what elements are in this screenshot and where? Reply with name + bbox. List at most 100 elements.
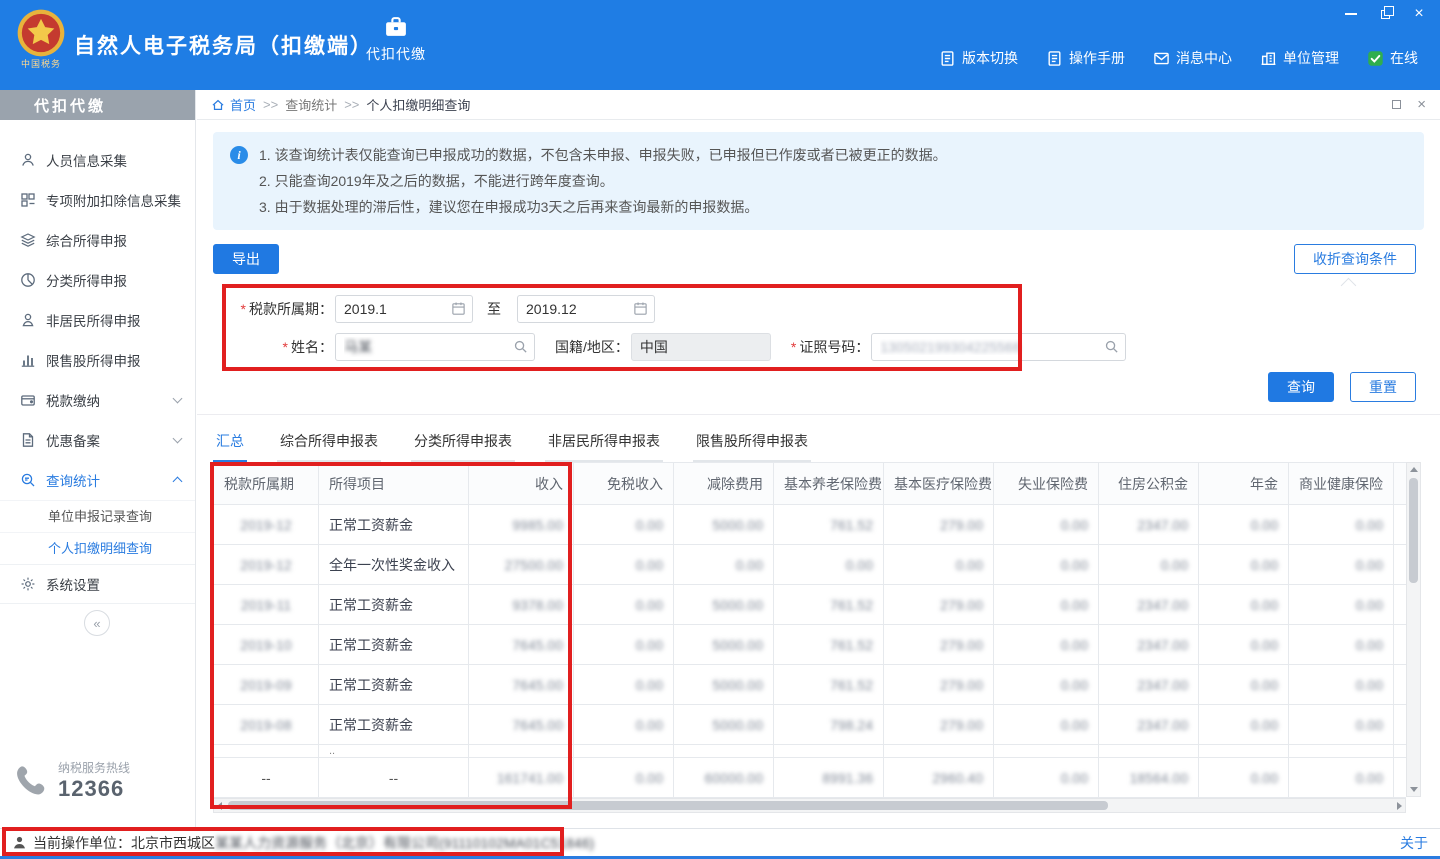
- reset-button[interactable]: 重置: [1350, 372, 1416, 402]
- header-link-manual[interactable]: 操作手册: [1046, 48, 1125, 68]
- panel-restore-icon[interactable]: [1392, 100, 1401, 109]
- sidebar-item-special-deduction[interactable]: 专项附加扣除信息采集: [0, 180, 195, 220]
- vertical-scrollbar[interactable]: [1406, 462, 1421, 797]
- vertical-scroll-thumb[interactable]: [1409, 478, 1418, 583]
- amount-cell-text: 27500.00: [505, 557, 563, 573]
- sidebar-item-restricted-shares[interactable]: 限售股所得申报: [0, 340, 195, 380]
- panel-close-icon[interactable]: [1417, 97, 1426, 112]
- tab-nonresident[interactable]: 非居民所得申报表: [545, 423, 663, 462]
- hotline-label: 纳税服务热线: [58, 759, 130, 776]
- mail-icon: [1153, 50, 1170, 67]
- amount-cell: 0.00: [574, 665, 674, 705]
- calendar-icon[interactable]: [451, 301, 466, 316]
- header-link-label: 在线: [1390, 48, 1418, 68]
- sidebar-item-system-settings[interactable]: 系统设置: [0, 564, 195, 604]
- sidebar-item-nonresident-income[interactable]: 非居民所得申报: [0, 300, 195, 340]
- scroll-left-arrow-icon[interactable]: [217, 802, 222, 810]
- amount-cell-text: 0.00: [636, 717, 663, 733]
- query-panel: 导出 收折查询条件 *税款所属期： 至: [197, 244, 1440, 415]
- restore-icon[interactable]: [1378, 7, 1392, 21]
- sidebar-subitem-unit-declaration-query[interactable]: 单位申报记录查询: [0, 500, 195, 532]
- tab-classified[interactable]: 分类所得申报表: [411, 423, 515, 462]
- scroll-up-arrow-icon[interactable]: [1410, 467, 1418, 472]
- income-item-cell: 正常工资薪金: [319, 585, 469, 625]
- collapse-query-button[interactable]: 收折查询条件: [1294, 244, 1416, 274]
- sidebar-subitem-personal-withholding-detail-query[interactable]: 个人扣缴明细查询: [0, 532, 195, 564]
- header-link-version-switch[interactable]: 版本切换: [939, 48, 1018, 68]
- hotline-number: 12366: [58, 776, 130, 802]
- name-field: [335, 333, 535, 361]
- breadcrumb-home[interactable]: 首页: [230, 95, 256, 114]
- amount-cell-text: 0.00: [736, 557, 763, 573]
- column-header-text: 失业保险费: [1018, 476, 1088, 492]
- column-header: 商业健康保险: [1289, 463, 1394, 505]
- doc-icon: [1046, 50, 1063, 67]
- table-total-row: ----161741.000.0060000.008991.362960.400…: [214, 758, 1407, 798]
- amount-cell: 0.00: [1199, 545, 1289, 585]
- sidebar-title: 代扣代缴: [0, 90, 195, 120]
- search-button[interactable]: 查询: [1268, 372, 1334, 402]
- header-link-online-status[interactable]: 在线: [1367, 48, 1418, 68]
- export-button[interactable]: 导出: [213, 244, 279, 274]
- sidebar-item-personnel-info[interactable]: 人员信息采集: [0, 140, 195, 180]
- scroll-down-arrow-icon[interactable]: [1410, 787, 1418, 792]
- amount-cell-text: 0.00: [1251, 677, 1278, 693]
- header-link-label: 操作手册: [1069, 48, 1125, 68]
- query-actions: 查询 重置: [197, 372, 1416, 402]
- horizontal-scroll-thumb[interactable]: [228, 801, 1108, 810]
- sidebar-item-tax-payment[interactable]: 税款缴纳: [0, 380, 195, 420]
- amount-cell: 0.00: [574, 505, 674, 545]
- minimize-icon[interactable]: [1344, 7, 1358, 21]
- amount-cell: 0.00: [994, 505, 1099, 545]
- sidebar-item-classified-income[interactable]: 分类所得申报: [0, 260, 195, 300]
- amount-cell-text: 0.00: [1061, 637, 1088, 653]
- income-item-cell-text: ..: [329, 745, 335, 757]
- column-header-text: 住房公积金: [1118, 476, 1188, 492]
- toolbar: 导出 收折查询条件: [213, 244, 1416, 274]
- period-cell-text: 2019-10: [240, 637, 291, 653]
- amount-cell-text: 8991.36: [822, 770, 873, 786]
- amount-cell: 0.00: [1289, 625, 1394, 665]
- header-link-label: 版本切换: [962, 48, 1018, 68]
- search-icon[interactable]: [1104, 339, 1119, 354]
- column-header-text: 商业健康保险: [1299, 476, 1383, 492]
- region-label-text: 国籍/地区：: [555, 337, 629, 357]
- amount-cell: 0.00: [1394, 505, 1407, 545]
- header-link-unit-management[interactable]: 单位管理: [1260, 48, 1339, 68]
- tab-restricted-shares[interactable]: 限售股所得申报表: [693, 423, 811, 462]
- sidebar-item-query-statistics[interactable]: 查询统计: [0, 460, 195, 500]
- horizontal-scrollbar[interactable]: [213, 798, 1406, 813]
- header-link-message-center[interactable]: 消息中心: [1153, 48, 1232, 68]
- calendar-icon[interactable]: [633, 301, 648, 316]
- column-header: 免税收入: [574, 463, 674, 505]
- amount-cell: 60000.00: [674, 758, 774, 798]
- amount-cell-text: 0.00: [1356, 677, 1383, 693]
- sidebar-item-preference-filing[interactable]: 优惠备案: [0, 420, 195, 460]
- panel-caret: [1341, 278, 1357, 294]
- name-input[interactable]: [335, 333, 535, 361]
- about-link[interactable]: 关于: [1400, 833, 1428, 853]
- tab-comprehensive[interactable]: 综合所得申报表: [277, 423, 381, 462]
- table-zone: 税款所属期所得项目收入免税收入减除费用基本养老保险费基本医疗保险费失业保险费住房…: [213, 462, 1440, 813]
- amount-cell-text: 5000.00: [712, 717, 763, 733]
- close-icon[interactable]: [1412, 7, 1426, 21]
- amount-cell-text: 7645.00: [512, 677, 563, 693]
- header-link-label: 单位管理: [1283, 48, 1339, 68]
- tab-summary[interactable]: 汇总: [213, 423, 247, 462]
- sidebar-collapse-button[interactable]: «: [84, 610, 110, 636]
- amount-cell-text: 60000.00: [705, 770, 763, 786]
- scroll-right-arrow-icon[interactable]: [1397, 802, 1402, 810]
- module-tab-withholding[interactable]: 代扣代缴: [352, 15, 440, 64]
- region-input[interactable]: [631, 333, 771, 361]
- amount-cell-text: 2347.00: [1137, 517, 1188, 533]
- amount-cell-text: 279.00: [940, 677, 983, 693]
- id-number-input[interactable]: [871, 333, 1126, 361]
- amount-cell: 9985.00: [469, 505, 574, 545]
- period-cell: 2019-08: [214, 705, 319, 745]
- app-header: 中国税务 自然人电子税务局（扣缴端） 代扣代缴 版本切换操作手册消息中心单位管理…: [0, 0, 1440, 90]
- notice-line-2: 2. 只能查询2019年及之后的数据，不能进行跨年度查询。: [259, 168, 1408, 194]
- search-icon[interactable]: [513, 339, 528, 354]
- income-item-cell: 正常工资薪金: [319, 625, 469, 665]
- sidebar-item-comprehensive-income[interactable]: 综合所得申报: [0, 220, 195, 260]
- notice-box: 1. 该查询统计表仅能查询已申报成功的数据，不包含未申报、申报失败，已申报但已作…: [213, 132, 1424, 230]
